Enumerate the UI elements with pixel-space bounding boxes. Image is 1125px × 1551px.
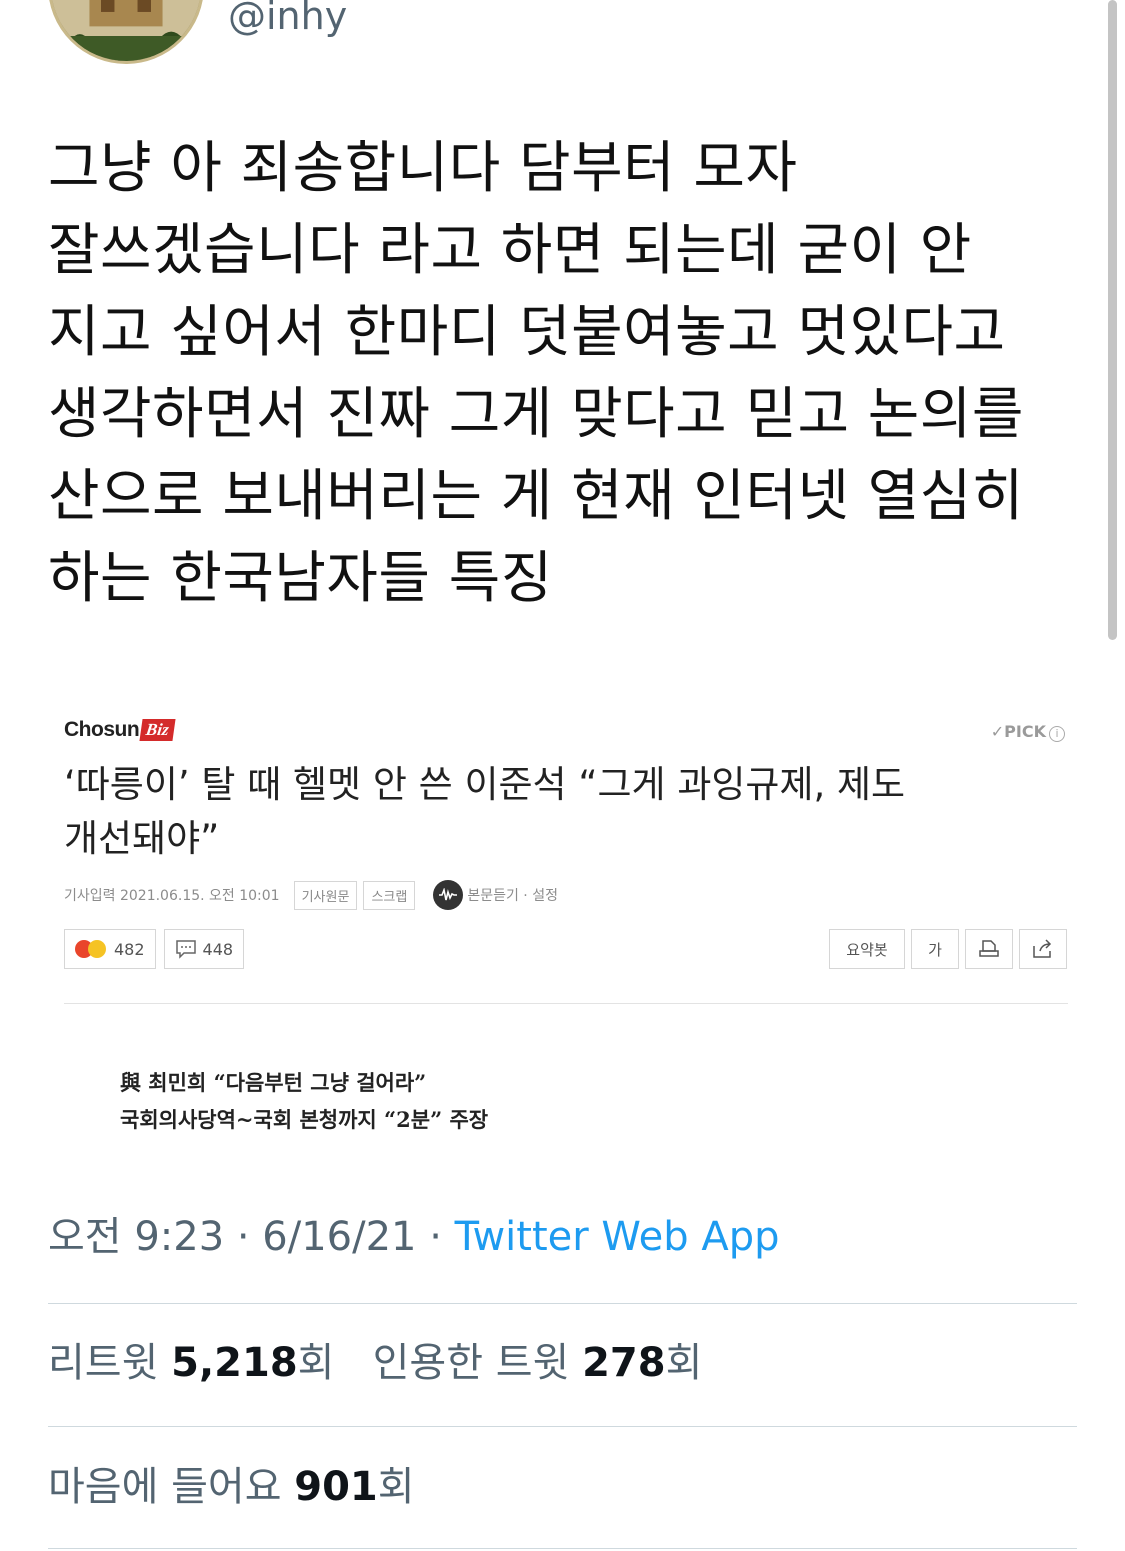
tweet-timestamp: 오전 9:23 · 6/16/21 · Twitter Web App	[48, 1210, 780, 1264]
retweet-suffix: 회	[297, 1340, 335, 1386]
divider	[48, 1303, 1077, 1304]
article-tools: 요약봇 가	[823, 929, 1067, 969]
subhead-line: 국회의사당역~국회 본청까지 “2분” 주장	[120, 1107, 489, 1132]
pick-label: ✓PICK	[990, 722, 1046, 741]
quote-label: 인용한 트윗	[372, 1340, 583, 1386]
like-count: 901	[294, 1464, 378, 1510]
audio-icon	[433, 880, 464, 910]
divider	[48, 1548, 1077, 1549]
article-subheads: 與 최민희 “다음부턴 그냥 걸어라” 국회의사당역~국회 본청까지 “2분” …	[120, 1064, 488, 1138]
divider	[48, 1426, 1077, 1427]
tweet-date[interactable]: 6/16/21	[262, 1214, 416, 1260]
share-icon	[1033, 939, 1052, 958]
like-label: 마음에 들어요	[48, 1464, 295, 1510]
retweet-label: 리트윗	[48, 1340, 172, 1386]
attached-article-image[interactable]: Chosun Biz ✓PICK i ‘따릉이’ 탈 때 헬멧 안 쓴 이준석 “…	[48, 700, 1083, 1190]
avatar-image	[51, 0, 201, 61]
reaction-count: 482	[114, 939, 145, 959]
original-article-button: 기사원문	[293, 880, 358, 910]
tweet-time[interactable]: 오전 9:23	[48, 1214, 224, 1260]
article-headline: ‘따릉이’ 탈 때 헬멧 안 쓴 이준석 “그게 과잉규제, 제도 개선돼야”	[64, 763, 906, 860]
listen-control: 본문듣기 · 설정	[433, 880, 558, 910]
pick-badge: ✓PICK i	[991, 722, 1065, 742]
user-handle[interactable]: @inhy	[228, 0, 347, 38]
font-size-button: 가	[911, 929, 959, 969]
quote-suffix: 회	[665, 1340, 703, 1386]
print-icon	[979, 940, 999, 957]
retweet-stat[interactable]: 리트윗 5,218회	[48, 1340, 334, 1386]
article-brand-logo: Chosun Biz	[64, 718, 176, 742]
brand-name: Chosun	[64, 718, 140, 741]
scrollbar-thumb[interactable]	[1108, 0, 1117, 640]
comment-icon	[175, 940, 196, 959]
reaction-button: 482	[64, 929, 156, 969]
timestamp-separator: ·	[416, 1214, 455, 1260]
like-stats: 마음에 들어요 901회	[48, 1460, 415, 1514]
print-button	[965, 929, 1013, 969]
brand-suffix: Biz	[139, 719, 176, 741]
summary-bot-button: 요약봇	[829, 929, 905, 969]
article-meta: 기사입력 2021.06.15. 오전 10:01 기사원문 스크랩 본문듣기 …	[64, 880, 558, 910]
timestamp-separator: ·	[224, 1214, 263, 1260]
share-button	[1019, 929, 1067, 969]
comment-button: 448	[163, 929, 245, 969]
article-divider	[64, 1003, 1068, 1004]
quote-count: 278	[582, 1340, 666, 1386]
comment-count: 448	[202, 939, 234, 959]
sad-emoji-icon	[88, 940, 106, 958]
quote-stat[interactable]: 인용한 트윗 278회	[373, 1340, 703, 1386]
article-reactions: 482 448	[64, 929, 252, 969]
retweet-count: 5,218	[171, 1340, 298, 1386]
tweet-source-link[interactable]: Twitter Web App	[455, 1214, 780, 1260]
like-suffix: 회	[377, 1464, 415, 1510]
scrap-button: 스크랩	[363, 880, 416, 910]
tweet-text: 그냥 아 죄송합니다 담부터 모자 잘쓰겠습니다 라고 하면 되는데 굳이 안 …	[48, 136, 1024, 611]
like-stat[interactable]: 마음에 들어요 901회	[48, 1464, 415, 1510]
subhead-line: 與 최민희 “다음부턴 그냥 걸어라”	[120, 1070, 427, 1095]
avatar[interactable]	[48, 0, 204, 64]
article-date: 기사입력 2021.06.15. 오전 10:01	[64, 888, 280, 904]
info-icon: i	[1049, 726, 1065, 742]
retweet-stats: 리트윗 5,218회 인용한 트윗 278회	[48, 1336, 702, 1390]
listen-label: 본문듣기 · 설정	[467, 888, 558, 904]
